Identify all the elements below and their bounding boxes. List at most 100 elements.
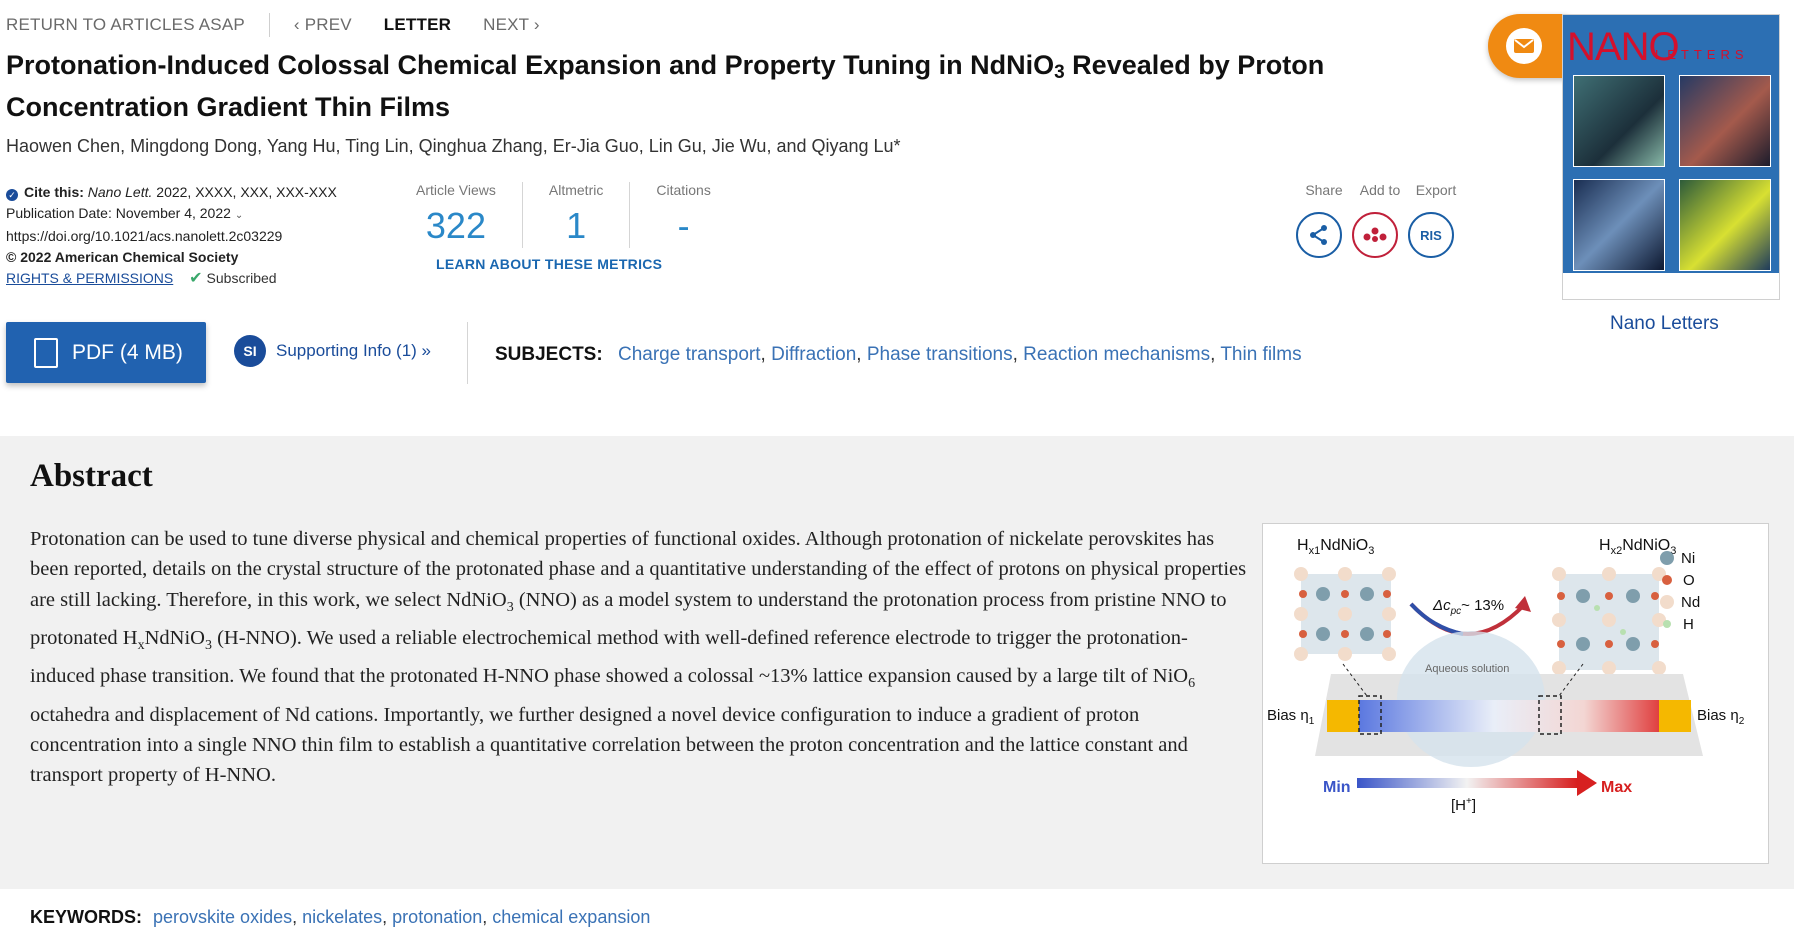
checkmark-icon: ✔: [189, 270, 203, 287]
cite-label[interactable]: Cite this:: [24, 184, 84, 200]
add-to-label: Add to: [1359, 182, 1401, 198]
right-lattice: [1552, 567, 1666, 675]
chevron-down-icon[interactable]: ⌄: [235, 210, 243, 221]
abstract-part: octahedra and displacement of Nd cations…: [30, 703, 1188, 787]
cover-subtitle: LETTERS: [1655, 47, 1749, 62]
subject-link[interactable]: Thin films: [1220, 344, 1301, 365]
bias-right-label: Bias η2: [1697, 707, 1745, 727]
prev-link[interactable]: ‹ PREV: [294, 15, 352, 35]
abstract-text: Protonation can be used to tune diverse …: [30, 524, 1248, 791]
next-label: NEXT: [483, 15, 529, 34]
left-lattice: [1294, 567, 1396, 661]
legend-o: O: [1683, 572, 1695, 589]
altmetric-label: Altmetric: [548, 182, 604, 198]
supporting-info-label: Supporting Info (1) »: [276, 341, 431, 360]
subscribed-status: Subscribed: [206, 270, 277, 286]
max-label: Max: [1601, 779, 1632, 796]
title-subscript: 3: [1054, 62, 1065, 83]
pdf-icon: [34, 337, 58, 368]
metric-citations: Citations -: [629, 182, 736, 248]
citations-label: Citations: [656, 182, 711, 198]
journal-name-link[interactable]: Nano Letters: [1610, 313, 1719, 335]
subject-link[interactable]: Diffraction: [771, 344, 856, 365]
article-navigation: RETURN TO ARTICLES ASAP ‹ PREV LETTER NE…: [6, 13, 540, 37]
electrode-right: [1659, 700, 1691, 732]
article-metrics: Article Views 322 Altmetric 1 Citations …: [390, 182, 737, 248]
next-link[interactable]: NEXT ›: [483, 15, 540, 35]
subjects-list: SUBJECTS: Charge transport, Diffraction,…: [495, 344, 1302, 365]
supporting-info-link[interactable]: SI Supporting Info (1) »: [234, 335, 431, 367]
metric-altmetric[interactable]: Altmetric 1: [521, 182, 629, 248]
divider: [467, 322, 468, 384]
export-label: Export: [1415, 182, 1457, 198]
abstract-heading: Abstract: [30, 458, 153, 494]
abstract-subscript: 6: [1188, 676, 1196, 692]
nav-divider: [268, 13, 270, 37]
legend-h: H: [1683, 616, 1694, 633]
bias-left-label: Bias η1: [1267, 707, 1315, 727]
views-label: Article Views: [416, 182, 496, 198]
subject-link[interactable]: Charge transport: [618, 344, 761, 365]
email-alert-button[interactable]: [1488, 14, 1568, 78]
film-gradient: [1359, 700, 1659, 732]
keyword-link[interactable]: perovskite oxides: [153, 907, 292, 927]
doi-link[interactable]: https://doi.org/10.1021/acs.nanolett.2c0…: [6, 226, 337, 247]
legend-ni: Ni: [1681, 550, 1695, 567]
aqueous-solution: [1397, 631, 1545, 767]
add-to-button[interactable]: [1352, 212, 1398, 258]
keyword-link[interactable]: chemical expansion: [492, 907, 650, 927]
expansion-label: Δcpc~ 13%: [1432, 597, 1504, 617]
article-type: LETTER: [383, 15, 452, 34]
subject-link[interactable]: Phase transitions: [867, 344, 1013, 365]
views-value: 322: [425, 205, 486, 246]
share-icon: [1310, 225, 1327, 245]
mendeley-icon: [1363, 227, 1387, 242]
check-badge-icon: ✓: [6, 189, 18, 201]
article-tools: Share Add to Export RIS: [1296, 182, 1464, 258]
pdf-label: PDF (4 MB): [72, 340, 183, 364]
cite-reference: 2022, XXXX, XXX, XXX-XXX: [156, 184, 337, 200]
cite-journal: Nano Lett.: [87, 184, 153, 200]
cover-panel: [1679, 75, 1771, 167]
author-list[interactable]: Haowen Chen, Mingdong Dong, Yang Hu, Tin…: [6, 136, 901, 157]
altmetric-value: 1: [566, 205, 587, 246]
cover-panel: [1679, 179, 1771, 271]
h-concentration-label: [H+]: [1451, 796, 1476, 814]
left-phase-label: Hx1NdNiO3: [1297, 537, 1374, 557]
keywords-label: KEYWORDS:: [30, 907, 142, 927]
subjects-label: SUBJECTS:: [495, 344, 603, 365]
subject-link[interactable]: Reaction mechanisms: [1023, 344, 1210, 365]
citation-info: ✓ Cite this: Nano Lett. 2022, XXXX, XXX, …: [6, 182, 337, 289]
cover-footer: [1563, 273, 1779, 299]
min-label: Min: [1323, 779, 1351, 796]
aqueous-label: Aqueous solution: [1425, 663, 1509, 675]
legend-nd: Nd: [1681, 594, 1700, 611]
concentration-arrow: [1357, 778, 1577, 788]
share-button[interactable]: [1296, 212, 1342, 258]
journal-cover[interactable]: NANO LETTERS: [1562, 14, 1780, 300]
pdf-download-button[interactable]: PDF (4 MB): [6, 322, 206, 383]
learn-about-metrics-link[interactable]: LEARN ABOUT THESE METRICS: [436, 256, 662, 272]
envelope-icon: [1506, 28, 1542, 64]
cover-panel: [1573, 75, 1665, 167]
title-part-1: Protonation-Induced Colossal Chemical Ex…: [6, 50, 1055, 80]
toc-figure: Hx1NdNiO3 Hx2NdNiO3 Δcpc~ 13% Ni O Nd H …: [1267, 537, 1745, 814]
abstract-part: NdNiO: [144, 626, 205, 649]
cover-panel: [1573, 179, 1665, 271]
keyword-link[interactable]: protonation: [392, 907, 482, 927]
article-title: Protonation-Induced Colossal Chemical Ex…: [6, 48, 1426, 125]
export-ris-button[interactable]: RIS: [1408, 212, 1454, 258]
abstract-subscript: x: [137, 638, 145, 654]
publication-date: Publication Date: November 4, 2022: [6, 205, 231, 221]
legend: Ni O Nd H: [1660, 550, 1700, 633]
keyword-link[interactable]: nickelates: [302, 907, 382, 927]
copyright: © 2022 American Chemical Society: [6, 249, 239, 265]
prev-label: PREV: [304, 15, 352, 34]
abstract-subscript: 3: [506, 599, 514, 615]
rights-permissions-link[interactable]: RIGHTS & PERMISSIONS: [6, 270, 173, 286]
electrode-left: [1327, 700, 1359, 732]
return-to-articles-link[interactable]: RETURN TO ARTICLES ASAP: [6, 15, 245, 35]
si-badge-icon: SI: [234, 335, 266, 367]
toc-graphic[interactable]: Hx1NdNiO3 Hx2NdNiO3 Δcpc~ 13% Ni O Nd H …: [1262, 523, 1769, 864]
chevron-right-icon: ›: [528, 15, 540, 34]
